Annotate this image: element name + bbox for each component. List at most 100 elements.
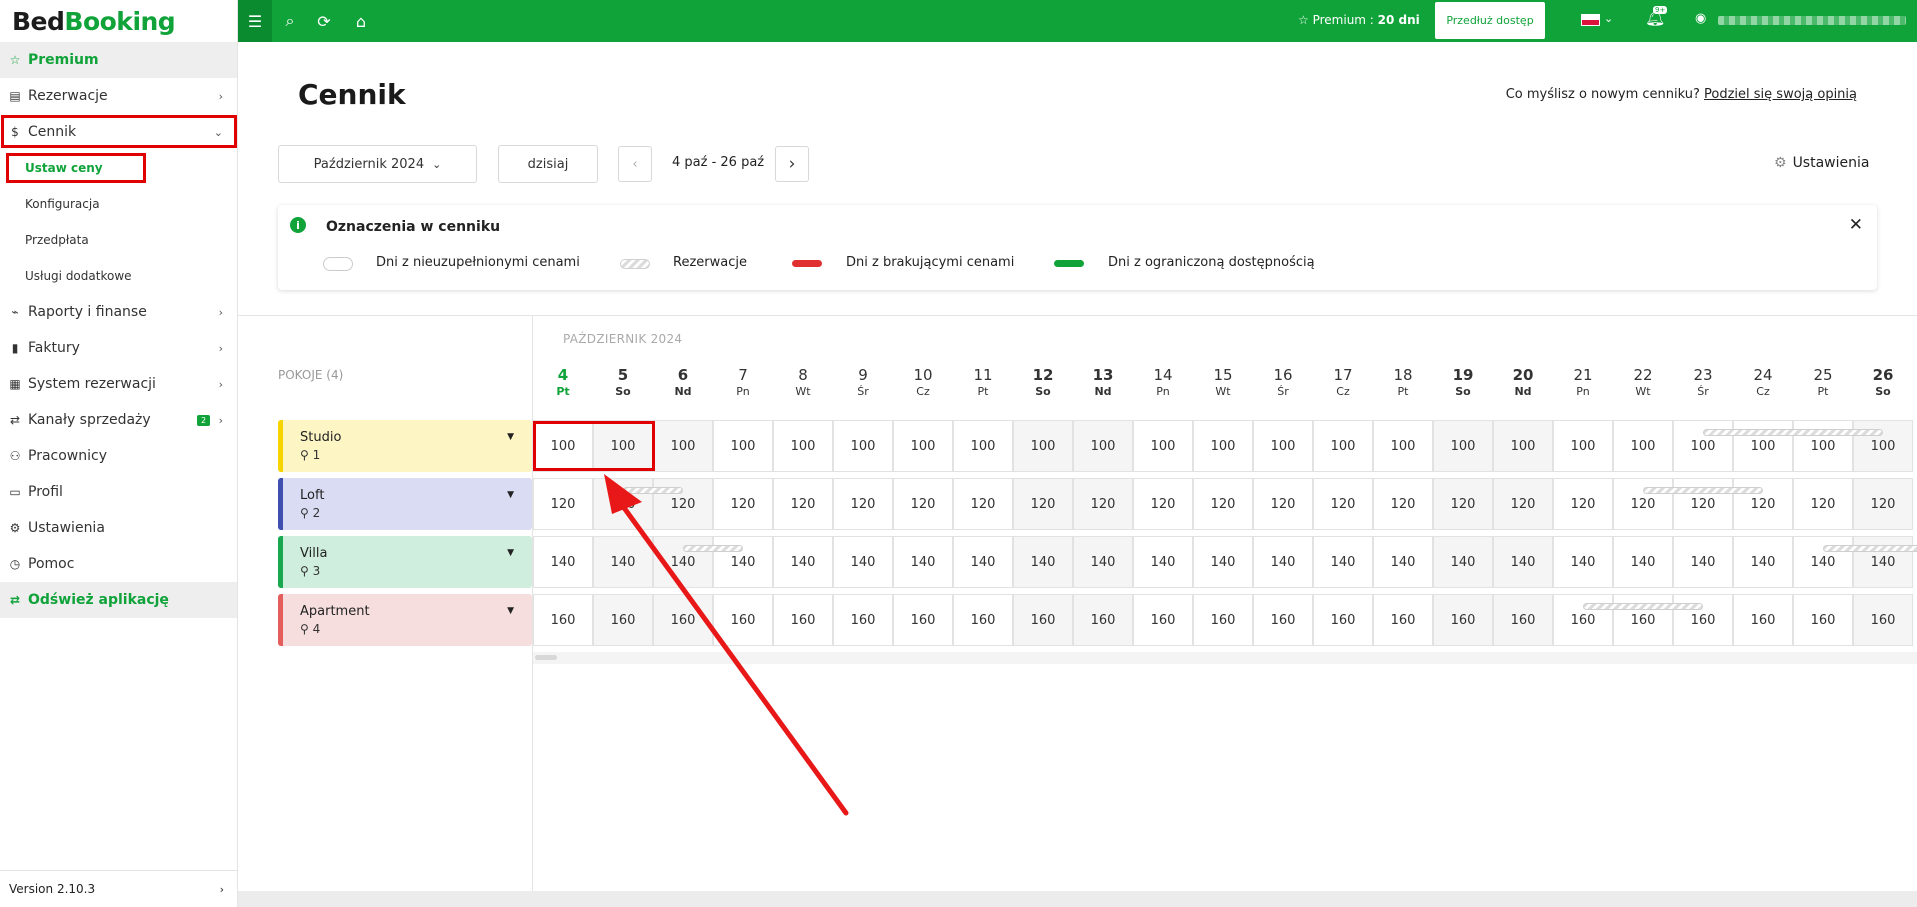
sidebar-subitem-configuration[interactable]: Konfiguracja bbox=[0, 186, 237, 222]
reservation-bar[interactable] bbox=[1703, 429, 1883, 436]
chevron-down-icon[interactable]: ⌄ bbox=[1604, 12, 1613, 25]
price-cell[interactable]: 140 bbox=[1853, 536, 1913, 588]
price-cell[interactable]: 160 bbox=[533, 594, 593, 646]
price-cell[interactable]: 120 bbox=[953, 478, 1013, 530]
price-cell[interactable]: 160 bbox=[1733, 594, 1793, 646]
room-row-label[interactable]: Villa ⚲ 3 ▼ bbox=[278, 536, 532, 588]
price-cell[interactable]: 120 bbox=[593, 478, 653, 530]
sidebar-item-employees[interactable]: ⚇ Pracownicy bbox=[0, 438, 237, 474]
price-cell[interactable]: 140 bbox=[1073, 536, 1133, 588]
premium-status[interactable]: ☆ Premium : 20 dni bbox=[1298, 13, 1420, 27]
price-cell[interactable]: 120 bbox=[833, 478, 893, 530]
price-cell[interactable]: 120 bbox=[1073, 478, 1133, 530]
price-cell[interactable]: 120 bbox=[893, 478, 953, 530]
expand-triangle-icon[interactable]: ▼ bbox=[507, 490, 514, 500]
logo[interactable]: Bed Booking bbox=[0, 0, 237, 42]
price-cell[interactable]: 140 bbox=[893, 536, 953, 588]
price-cell[interactable]: 160 bbox=[593, 594, 653, 646]
price-cell[interactable]: 120 bbox=[1313, 478, 1373, 530]
price-cell[interactable]: 160 bbox=[1433, 594, 1493, 646]
today-button[interactable]: dzisiaj bbox=[498, 145, 598, 183]
room-row-label[interactable]: Studio ⚲ 1 ▼ bbox=[278, 420, 532, 472]
price-cell[interactable]: 140 bbox=[1493, 536, 1553, 588]
price-cell[interactable]: 140 bbox=[533, 536, 593, 588]
sidebar-item-invoices[interactable]: ▮ Faktury › bbox=[0, 330, 237, 366]
reservation-bar[interactable] bbox=[1583, 603, 1703, 610]
price-cell[interactable]: 140 bbox=[1373, 536, 1433, 588]
price-cell[interactable]: 100 bbox=[1373, 420, 1433, 472]
price-cell[interactable]: 120 bbox=[1433, 478, 1493, 530]
price-cell[interactable]: 100 bbox=[1433, 420, 1493, 472]
price-cell[interactable]: 140 bbox=[1733, 536, 1793, 588]
price-cell[interactable]: 100 bbox=[1793, 420, 1853, 472]
price-cell[interactable]: 160 bbox=[1553, 594, 1613, 646]
price-cell[interactable]: 140 bbox=[653, 536, 713, 588]
price-cell[interactable]: 160 bbox=[1673, 594, 1733, 646]
room-row-label[interactable]: Loft ⚲ 2 ▼ bbox=[278, 478, 532, 530]
sidebar-item-refresh[interactable]: ⇄ Odśwież aplikację bbox=[0, 582, 237, 618]
price-cell[interactable]: 120 bbox=[1553, 478, 1613, 530]
sidebar-item-profile[interactable]: ▭ Profil bbox=[0, 474, 237, 510]
price-cell[interactable]: 160 bbox=[1493, 594, 1553, 646]
price-cell[interactable]: 160 bbox=[1253, 594, 1313, 646]
price-cell[interactable]: 120 bbox=[1853, 478, 1913, 530]
price-cell[interactable]: 160 bbox=[1013, 594, 1073, 646]
price-cell[interactable]: 120 bbox=[653, 478, 713, 530]
sidebar-item-premium[interactable]: ☆ Premium bbox=[0, 42, 237, 78]
price-cell[interactable]: 140 bbox=[593, 536, 653, 588]
price-cell[interactable]: 160 bbox=[1613, 594, 1673, 646]
price-cell[interactable]: 100 bbox=[773, 420, 833, 472]
reservation-bar[interactable] bbox=[1643, 487, 1763, 494]
price-cell[interactable]: 140 bbox=[773, 536, 833, 588]
next-range-button[interactable]: › bbox=[775, 146, 809, 182]
price-cell[interactable]: 120 bbox=[1493, 478, 1553, 530]
price-cell[interactable]: 100 bbox=[1253, 420, 1313, 472]
price-cell[interactable]: 100 bbox=[1313, 420, 1373, 472]
price-cell[interactable]: 160 bbox=[1793, 594, 1853, 646]
extend-access-button[interactable]: Przedłuż dostęp bbox=[1435, 2, 1545, 39]
price-cell[interactable]: 160 bbox=[1853, 594, 1913, 646]
sidebar-subitem-extra-services[interactable]: Usługi dodatkowe bbox=[0, 258, 237, 294]
expand-triangle-icon[interactable]: ▼ bbox=[507, 606, 514, 616]
price-cell[interactable]: 100 bbox=[1853, 420, 1913, 472]
home-icon[interactable]: ⌂ bbox=[344, 0, 378, 42]
price-cell[interactable]: 120 bbox=[1133, 478, 1193, 530]
price-cell[interactable]: 160 bbox=[653, 594, 713, 646]
refresh-icon[interactable]: ⟳ bbox=[307, 0, 341, 42]
price-cell[interactable]: 100 bbox=[1733, 420, 1793, 472]
price-cell[interactable]: 140 bbox=[1313, 536, 1373, 588]
price-cell[interactable]: 120 bbox=[1193, 478, 1253, 530]
price-cell[interactable]: 120 bbox=[1013, 478, 1073, 530]
sidebar-item-sales-channels[interactable]: ⇄ Kanały sprzedaży 2 › bbox=[0, 402, 237, 438]
sidebar-subitem-prepayment[interactable]: Przedpłata bbox=[0, 222, 237, 258]
price-cell[interactable]: 100 bbox=[713, 420, 773, 472]
expand-triangle-icon[interactable]: ▼ bbox=[507, 548, 514, 558]
price-cell[interactable]: 160 bbox=[1193, 594, 1253, 646]
price-cell[interactable]: 140 bbox=[953, 536, 1013, 588]
price-cell[interactable]: 120 bbox=[1373, 478, 1433, 530]
price-cell[interactable]: 140 bbox=[713, 536, 773, 588]
price-cell[interactable]: 160 bbox=[1073, 594, 1133, 646]
price-cell[interactable]: 160 bbox=[893, 594, 953, 646]
price-cell[interactable]: 100 bbox=[1673, 420, 1733, 472]
price-cell[interactable]: 140 bbox=[1133, 536, 1193, 588]
reservation-bar[interactable] bbox=[683, 545, 743, 552]
price-cell[interactable]: 120 bbox=[773, 478, 833, 530]
price-cell[interactable]: 100 bbox=[1133, 420, 1193, 472]
price-cell[interactable]: 160 bbox=[773, 594, 833, 646]
price-cell[interactable]: 140 bbox=[833, 536, 893, 588]
price-cell[interactable]: 100 bbox=[1493, 420, 1553, 472]
version-footer[interactable]: Version 2.10.3 › bbox=[0, 870, 238, 907]
price-cell[interactable]: 140 bbox=[1553, 536, 1613, 588]
price-cell[interactable]: 160 bbox=[1133, 594, 1193, 646]
price-cell[interactable]: 100 bbox=[1073, 420, 1133, 472]
price-cell[interactable]: 120 bbox=[1253, 478, 1313, 530]
price-cell[interactable]: 160 bbox=[833, 594, 893, 646]
price-cell[interactable]: 140 bbox=[1613, 536, 1673, 588]
price-cell[interactable]: 120 bbox=[1733, 478, 1793, 530]
price-cell[interactable]: 140 bbox=[1013, 536, 1073, 588]
feedback-link[interactable]: Podziel się swoją opinią bbox=[1704, 87, 1857, 102]
price-cell[interactable]: 140 bbox=[1253, 536, 1313, 588]
price-cell[interactable]: 100 bbox=[1553, 420, 1613, 472]
close-icon[interactable]: ✕ bbox=[1849, 215, 1863, 235]
